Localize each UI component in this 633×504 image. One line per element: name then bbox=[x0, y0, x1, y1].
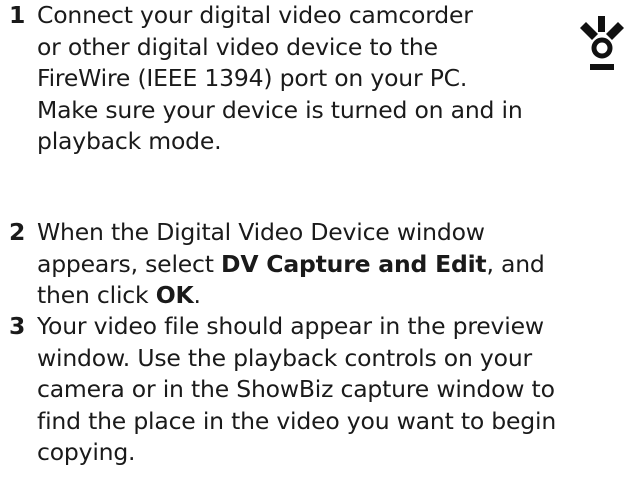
step-line: Make sure your device is turned on and i… bbox=[37, 95, 523, 124]
step-text-segment: then click bbox=[37, 281, 156, 309]
step-2: 2 When the Digital Video Device window a… bbox=[0, 217, 633, 312]
option-name: DV Capture and Edit bbox=[221, 249, 487, 278]
step-text-segment: . bbox=[193, 281, 201, 309]
step-text: When the Digital Video Device window app… bbox=[37, 217, 633, 312]
step-number: 2 bbox=[9, 218, 26, 246]
step-line: then click OK. bbox=[37, 280, 633, 312]
step-1: 1 Connect your digital video camcorder o… bbox=[0, 0, 633, 158]
firewire-icon bbox=[572, 14, 630, 72]
step-line: Connect your digital video camcorder bbox=[37, 1, 473, 29]
step-line: or other digital video device to the bbox=[37, 32, 438, 61]
step-text-segment: , and bbox=[486, 249, 545, 278]
step-line: Your video file should appear in the pre… bbox=[37, 312, 544, 340]
step-line: find the place in the video you want to … bbox=[37, 406, 557, 435]
step-line: window. Use the playback controls on you… bbox=[37, 343, 532, 372]
step-text-segment: appears, select bbox=[37, 249, 222, 278]
step-line: camera or in the ShowBiz capture window … bbox=[37, 375, 555, 403]
step-line: appears, select DV Capture and Edit, and bbox=[37, 249, 633, 281]
step-3: 3 Your video file should appear in the p… bbox=[0, 311, 633, 469]
step-text: Your video file should appear in the pre… bbox=[37, 311, 633, 469]
step-number: 1 bbox=[9, 1, 26, 29]
step-line: copying. bbox=[37, 438, 136, 466]
step-text: Connect your digital video camcorder or … bbox=[37, 0, 633, 158]
step-line: When the Digital Video Device window bbox=[37, 218, 485, 246]
step-line: playback mode. bbox=[37, 127, 222, 155]
step-number: 3 bbox=[9, 312, 26, 340]
step-line: FireWire (IEEE 1394) port on your PC. bbox=[37, 64, 468, 92]
button-name: OK bbox=[155, 281, 194, 309]
